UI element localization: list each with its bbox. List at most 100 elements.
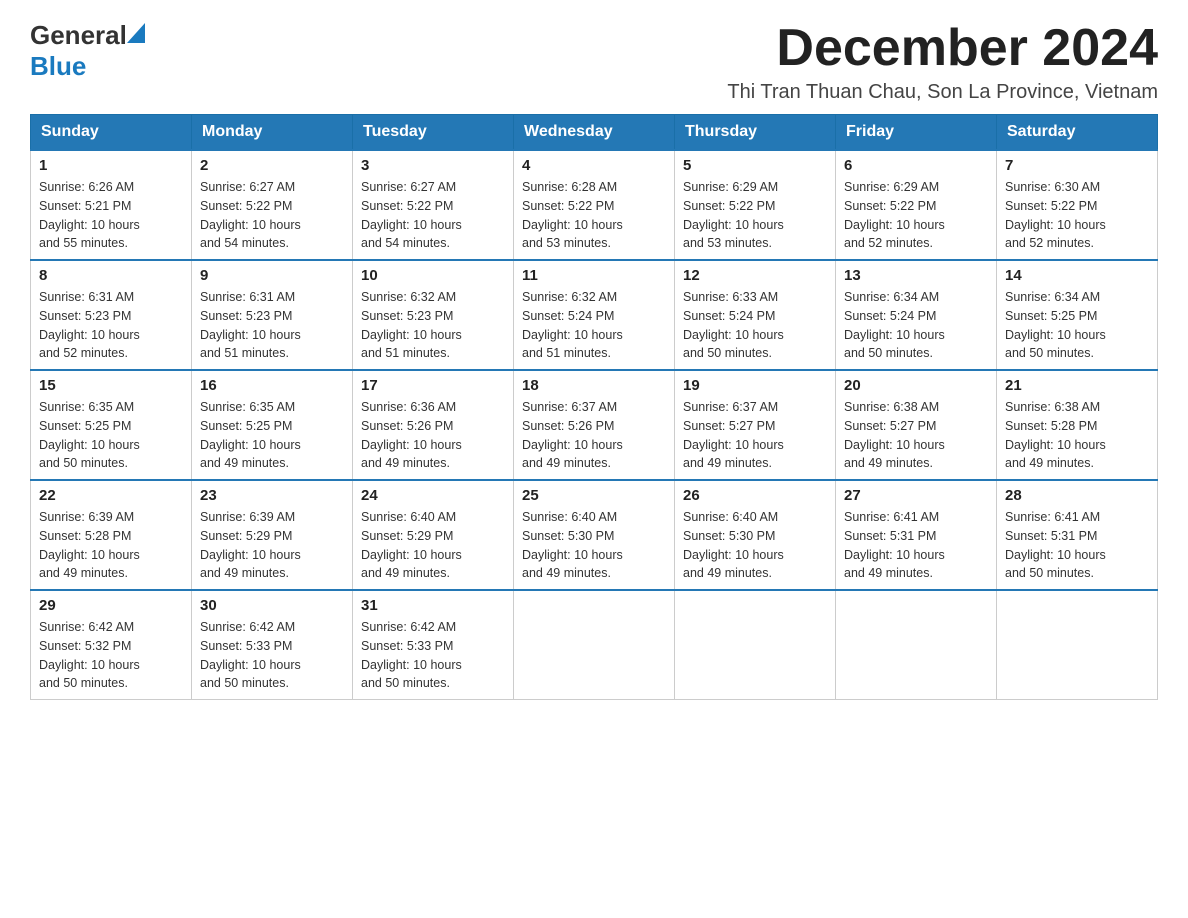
calendar-cell: 22 Sunrise: 6:39 AM Sunset: 5:28 PM Dayl… bbox=[31, 480, 192, 590]
day-number: 6 bbox=[844, 157, 988, 174]
day-info: Sunrise: 6:32 AM Sunset: 5:24 PM Dayligh… bbox=[522, 288, 666, 363]
calendar-cell: 19 Sunrise: 6:37 AM Sunset: 5:27 PM Dayl… bbox=[675, 370, 836, 480]
day-number: 21 bbox=[1005, 377, 1149, 394]
day-info: Sunrise: 6:32 AM Sunset: 5:23 PM Dayligh… bbox=[361, 288, 505, 363]
day-info: Sunrise: 6:41 AM Sunset: 5:31 PM Dayligh… bbox=[844, 508, 988, 583]
day-number: 5 bbox=[683, 157, 827, 174]
day-info: Sunrise: 6:38 AM Sunset: 5:28 PM Dayligh… bbox=[1005, 398, 1149, 473]
calendar-cell: 28 Sunrise: 6:41 AM Sunset: 5:31 PM Dayl… bbox=[997, 480, 1158, 590]
day-number: 28 bbox=[1005, 487, 1149, 504]
day-info: Sunrise: 6:34 AM Sunset: 5:24 PM Dayligh… bbox=[844, 288, 988, 363]
day-number: 25 bbox=[522, 487, 666, 504]
calendar-cell: 9 Sunrise: 6:31 AM Sunset: 5:23 PM Dayli… bbox=[192, 260, 353, 370]
day-info: Sunrise: 6:42 AM Sunset: 5:33 PM Dayligh… bbox=[361, 618, 505, 693]
day-info: Sunrise: 6:40 AM Sunset: 5:30 PM Dayligh… bbox=[522, 508, 666, 583]
day-info: Sunrise: 6:38 AM Sunset: 5:27 PM Dayligh… bbox=[844, 398, 988, 473]
day-info: Sunrise: 6:34 AM Sunset: 5:25 PM Dayligh… bbox=[1005, 288, 1149, 363]
day-number: 19 bbox=[683, 377, 827, 394]
day-info: Sunrise: 6:42 AM Sunset: 5:33 PM Dayligh… bbox=[200, 618, 344, 693]
week-row-1: 1 Sunrise: 6:26 AM Sunset: 5:21 PM Dayli… bbox=[31, 150, 1158, 260]
day-info: Sunrise: 6:37 AM Sunset: 5:26 PM Dayligh… bbox=[522, 398, 666, 473]
day-number: 13 bbox=[844, 267, 988, 284]
day-info: Sunrise: 6:39 AM Sunset: 5:28 PM Dayligh… bbox=[39, 508, 183, 583]
page-header: General Blue December 2024 Thi Tran Thua… bbox=[30, 20, 1158, 104]
day-number: 29 bbox=[39, 597, 183, 614]
calendar-cell bbox=[997, 590, 1158, 700]
col-header-friday: Friday bbox=[836, 115, 997, 151]
week-row-4: 22 Sunrise: 6:39 AM Sunset: 5:28 PM Dayl… bbox=[31, 480, 1158, 590]
day-number: 22 bbox=[39, 487, 183, 504]
day-info: Sunrise: 6:40 AM Sunset: 5:29 PM Dayligh… bbox=[361, 508, 505, 583]
day-number: 30 bbox=[200, 597, 344, 614]
col-header-thursday: Thursday bbox=[675, 115, 836, 151]
calendar-cell: 5 Sunrise: 6:29 AM Sunset: 5:22 PM Dayli… bbox=[675, 150, 836, 260]
calendar-cell bbox=[836, 590, 997, 700]
calendar-cell: 4 Sunrise: 6:28 AM Sunset: 5:22 PM Dayli… bbox=[514, 150, 675, 260]
calendar-cell: 31 Sunrise: 6:42 AM Sunset: 5:33 PM Dayl… bbox=[353, 590, 514, 700]
col-header-saturday: Saturday bbox=[997, 115, 1158, 151]
calendar-cell: 30 Sunrise: 6:42 AM Sunset: 5:33 PM Dayl… bbox=[192, 590, 353, 700]
logo-triangle-icon bbox=[127, 23, 145, 48]
day-number: 8 bbox=[39, 267, 183, 284]
day-info: Sunrise: 6:42 AM Sunset: 5:32 PM Dayligh… bbox=[39, 618, 183, 693]
col-header-sunday: Sunday bbox=[31, 115, 192, 151]
calendar-cell: 13 Sunrise: 6:34 AM Sunset: 5:24 PM Dayl… bbox=[836, 260, 997, 370]
day-info: Sunrise: 6:26 AM Sunset: 5:21 PM Dayligh… bbox=[39, 178, 183, 253]
title-area: December 2024 Thi Tran Thuan Chau, Son L… bbox=[727, 20, 1158, 104]
calendar-cell: 15 Sunrise: 6:35 AM Sunset: 5:25 PM Dayl… bbox=[31, 370, 192, 480]
day-info: Sunrise: 6:29 AM Sunset: 5:22 PM Dayligh… bbox=[844, 178, 988, 253]
week-row-3: 15 Sunrise: 6:35 AM Sunset: 5:25 PM Dayl… bbox=[31, 370, 1158, 480]
calendar-table: SundayMondayTuesdayWednesdayThursdayFrid… bbox=[30, 114, 1158, 700]
day-number: 31 bbox=[361, 597, 505, 614]
day-number: 15 bbox=[39, 377, 183, 394]
calendar-cell: 7 Sunrise: 6:30 AM Sunset: 5:22 PM Dayli… bbox=[997, 150, 1158, 260]
day-info: Sunrise: 6:30 AM Sunset: 5:22 PM Dayligh… bbox=[1005, 178, 1149, 253]
day-number: 26 bbox=[683, 487, 827, 504]
day-info: Sunrise: 6:39 AM Sunset: 5:29 PM Dayligh… bbox=[200, 508, 344, 583]
day-info: Sunrise: 6:36 AM Sunset: 5:26 PM Dayligh… bbox=[361, 398, 505, 473]
col-header-wednesday: Wednesday bbox=[514, 115, 675, 151]
day-info: Sunrise: 6:27 AM Sunset: 5:22 PM Dayligh… bbox=[361, 178, 505, 253]
calendar-cell: 18 Sunrise: 6:37 AM Sunset: 5:26 PM Dayl… bbox=[514, 370, 675, 480]
day-number: 11 bbox=[522, 267, 666, 284]
day-number: 10 bbox=[361, 267, 505, 284]
calendar-cell: 3 Sunrise: 6:27 AM Sunset: 5:22 PM Dayli… bbox=[353, 150, 514, 260]
day-number: 9 bbox=[200, 267, 344, 284]
day-number: 3 bbox=[361, 157, 505, 174]
calendar-cell: 12 Sunrise: 6:33 AM Sunset: 5:24 PM Dayl… bbox=[675, 260, 836, 370]
calendar-cell: 29 Sunrise: 6:42 AM Sunset: 5:32 PM Dayl… bbox=[31, 590, 192, 700]
day-info: Sunrise: 6:37 AM Sunset: 5:27 PM Dayligh… bbox=[683, 398, 827, 473]
calendar-cell: 16 Sunrise: 6:35 AM Sunset: 5:25 PM Dayl… bbox=[192, 370, 353, 480]
calendar-cell: 25 Sunrise: 6:40 AM Sunset: 5:30 PM Dayl… bbox=[514, 480, 675, 590]
calendar-cell: 8 Sunrise: 6:31 AM Sunset: 5:23 PM Dayli… bbox=[31, 260, 192, 370]
calendar-cell: 6 Sunrise: 6:29 AM Sunset: 5:22 PM Dayli… bbox=[836, 150, 997, 260]
calendar-cell: 24 Sunrise: 6:40 AM Sunset: 5:29 PM Dayl… bbox=[353, 480, 514, 590]
day-info: Sunrise: 6:40 AM Sunset: 5:30 PM Dayligh… bbox=[683, 508, 827, 583]
day-info: Sunrise: 6:41 AM Sunset: 5:31 PM Dayligh… bbox=[1005, 508, 1149, 583]
day-number: 14 bbox=[1005, 267, 1149, 284]
calendar-cell: 26 Sunrise: 6:40 AM Sunset: 5:30 PM Dayl… bbox=[675, 480, 836, 590]
logo-blue-text: Blue bbox=[30, 51, 86, 82]
week-row-5: 29 Sunrise: 6:42 AM Sunset: 5:32 PM Dayl… bbox=[31, 590, 1158, 700]
calendar-header-row: SundayMondayTuesdayWednesdayThursdayFrid… bbox=[31, 115, 1158, 151]
day-number: 23 bbox=[200, 487, 344, 504]
calendar-cell bbox=[675, 590, 836, 700]
calendar-cell: 14 Sunrise: 6:34 AM Sunset: 5:25 PM Dayl… bbox=[997, 260, 1158, 370]
day-number: 1 bbox=[39, 157, 183, 174]
day-info: Sunrise: 6:31 AM Sunset: 5:23 PM Dayligh… bbox=[200, 288, 344, 363]
logo-general-text: General bbox=[30, 20, 127, 51]
month-title: December 2024 bbox=[727, 20, 1158, 77]
col-header-monday: Monday bbox=[192, 115, 353, 151]
day-number: 2 bbox=[200, 157, 344, 174]
day-info: Sunrise: 6:35 AM Sunset: 5:25 PM Dayligh… bbox=[200, 398, 344, 473]
day-number: 20 bbox=[844, 377, 988, 394]
day-number: 24 bbox=[361, 487, 505, 504]
calendar-cell: 10 Sunrise: 6:32 AM Sunset: 5:23 PM Dayl… bbox=[353, 260, 514, 370]
calendar-cell: 1 Sunrise: 6:26 AM Sunset: 5:21 PM Dayli… bbox=[31, 150, 192, 260]
day-number: 16 bbox=[200, 377, 344, 394]
day-number: 27 bbox=[844, 487, 988, 504]
day-number: 7 bbox=[1005, 157, 1149, 174]
calendar-cell: 23 Sunrise: 6:39 AM Sunset: 5:29 PM Dayl… bbox=[192, 480, 353, 590]
day-number: 17 bbox=[361, 377, 505, 394]
day-info: Sunrise: 6:28 AM Sunset: 5:22 PM Dayligh… bbox=[522, 178, 666, 253]
